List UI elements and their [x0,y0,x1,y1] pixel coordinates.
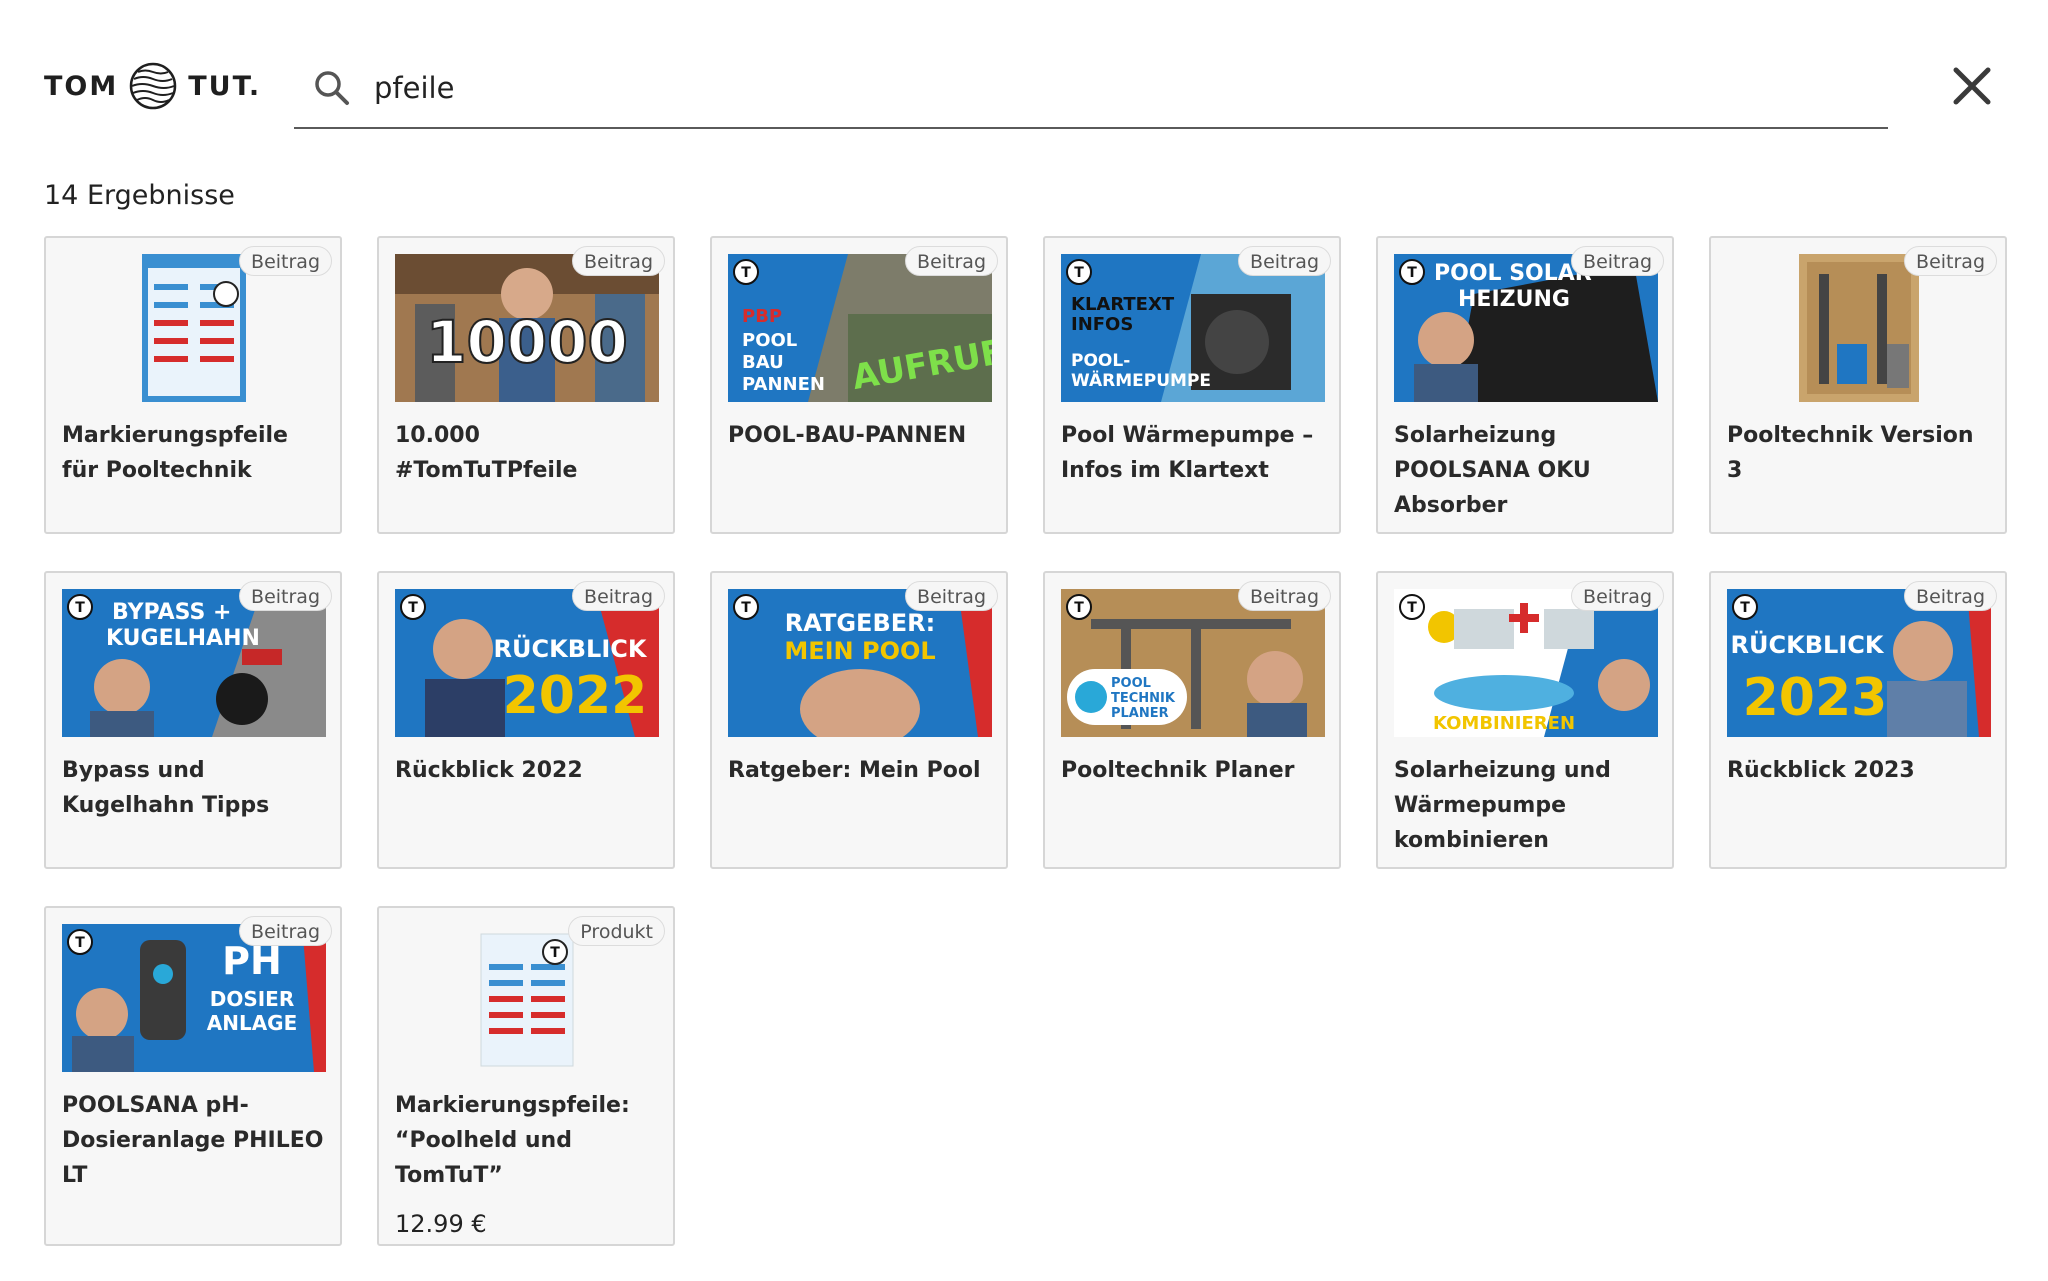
result-title: Markierungspfeile: “Poolheld und TomTuT” [395,1093,630,1188]
svg-text:T: T [741,600,751,616]
result-type-badge: Beitrag [572,581,665,611]
svg-text:RÜCKBLICK: RÜCKBLICK [1731,629,1885,659]
result-type-badge: Produkt [568,916,665,946]
result-type-badge: Beitrag [1238,581,1331,611]
result-count: 14 Ergebnisse [44,180,235,211]
result-title: Solarheizung POOLSANA OKU Absorber [1394,423,1591,518]
result-type-badge: Beitrag [1904,246,1997,276]
result-type-badge: Beitrag [239,246,332,276]
site-logo[interactable]: TOM TUT. [44,60,261,112]
logo-text-left: TOM [44,70,119,102]
search-underline [294,127,1888,129]
svg-text:BYPASS +: BYPASS + [112,600,231,625]
result-title: Markierungspfeile für Pooltechnik [62,423,288,483]
svg-text:T: T [1407,265,1417,281]
svg-text:PBP: PBP [742,306,782,327]
result-type-badge: Beitrag [1571,581,1664,611]
result-card[interactable]: T BYPASS + KUGELHAHN Beitrag Bypass und … [44,571,342,869]
result-card[interactable]: T KLARTEXT INFOS POOL- WÄRMEPUMPE Beitra… [1043,236,1341,534]
result-card[interactable]: T POOL TECHNIK PLANER Beitrag Pooltechni… [1043,571,1341,869]
thumb-text: 10000 [426,308,628,376]
svg-text:TECHNIK: TECHNIK [1111,691,1176,706]
svg-text:2022: 2022 [503,666,648,726]
logo-text-right: TUT. [188,70,262,102]
svg-text:PLANER: PLANER [1111,706,1169,721]
result-title: Rückblick 2022 [395,758,583,783]
svg-text:POOL-: POOL- [1071,351,1130,371]
svg-text:HEIZUNG: HEIZUNG [1458,287,1570,312]
result-card[interactable]: Beitrag Pooltechnik Version 3 [1709,236,2007,534]
svg-text:T: T [1074,265,1084,281]
svg-text:PANNEN: PANNEN [742,374,825,395]
svg-text:MEIN POOL: MEIN POOL [784,637,935,665]
svg-text:KOMBINIEREN: KOMBINIEREN [1433,713,1575,734]
result-card[interactable]: 10000 Beitrag 10.000 #TomTuTPfeile [377,236,675,534]
result-type-badge: Beitrag [1238,246,1331,276]
svg-text:T: T [1074,600,1084,616]
result-type-badge: Beitrag [239,581,332,611]
result-title: Rückblick 2023 [1727,758,1915,783]
svg-text:INFOS: INFOS [1071,314,1133,335]
result-type-badge: Beitrag [905,581,998,611]
result-type-badge: Beitrag [1904,581,1997,611]
result-card[interactable]: Beitrag Markierungspfeile für Pooltechni… [44,236,342,534]
result-card[interactable]: T PBP POOL BAU PANNEN AUFRUF Beitrag POO… [710,236,1008,534]
svg-text:T: T [408,600,418,616]
svg-text:POOL SOLAR: POOL SOLAR [1434,261,1592,286]
product-price: 12.99 € [395,1210,487,1238]
svg-text:T: T [1740,600,1750,616]
result-card[interactable]: T PH DOSIER ANLAGE Beitrag POOLSANA pH-D… [44,906,342,1246]
svg-text:POOL: POOL [1111,676,1151,691]
result-card[interactable]: T KOMBINIEREN Beitrag Solarheizung und W… [1376,571,1674,869]
close-icon[interactable] [1950,64,1994,108]
result-card[interactable]: T Produkt Markierungspfeile: “Poolheld u… [377,906,675,1246]
result-card[interactable]: T RÜCKBLICK 2022 Beitrag Rückblick 2022 [377,571,675,869]
result-type-badge: Beitrag [572,246,665,276]
result-card[interactable]: T POOL SOLAR HEIZUNG Beitrag Solarheizun… [1376,236,1674,534]
result-type-badge: Beitrag [239,916,332,946]
result-title: 10.000 #TomTuTPfeile [395,423,578,483]
result-title: Ratgeber: Mein Pool [728,758,981,783]
result-title: POOL-BAU-PANNEN [728,423,967,448]
svg-text:ANLAGE: ANLAGE [207,1011,298,1035]
header: TOM TUT. [0,0,2048,140]
globe-logo-icon [130,62,177,110]
svg-text:RATGEBER:: RATGEBER: [785,609,935,637]
svg-text:BAU: BAU [742,352,784,373]
svg-text:T: T [741,265,751,281]
result-title: Bypass und Kugelhahn Tipps [62,758,270,818]
svg-text:POOL: POOL [742,330,797,351]
svg-text:T: T [1407,600,1417,616]
result-title: Pooltechnik Planer [1061,758,1295,783]
search-input[interactable] [374,62,1874,114]
result-title: Solarheizung und Wärmepumpe kombinieren [1394,758,1611,853]
result-type-badge: Beitrag [1571,246,1664,276]
svg-text:KUGELHAHN: KUGELHAHN [106,626,260,651]
svg-text:T: T [75,600,85,616]
result-card[interactable]: T RÜCKBLICK 2023 Beitrag Rückblick 2023 [1709,571,2007,869]
search-icon [315,71,349,105]
result-title: Pooltechnik Version 3 [1727,423,1974,483]
result-card[interactable]: T RATGEBER: MEIN POOL Beitrag Ratgeber: … [710,571,1008,869]
svg-text:RÜCKBLICK: RÜCKBLICK [494,633,648,663]
result-title: Pool Wärmepumpe – Infos im Klartext [1061,423,1314,483]
svg-text:KLARTEXT: KLARTEXT [1071,294,1175,315]
svg-text:T: T [75,935,85,951]
svg-text:DOSIER: DOSIER [210,987,295,1011]
svg-text:T: T [550,945,560,961]
result-type-badge: Beitrag [905,246,998,276]
result-title: POOLSANA pH-Dosieranlage PHILEO LT [62,1093,324,1188]
svg-text:2023: 2023 [1743,668,1888,728]
svg-text:WÄRMEPUMPE: WÄRMEPUMPE [1071,369,1211,391]
